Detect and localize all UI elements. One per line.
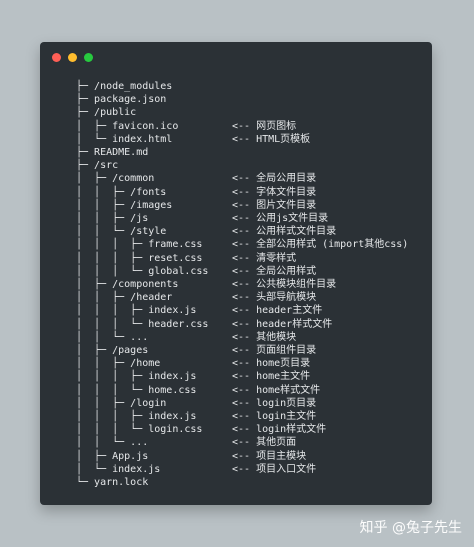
tree-line: │ │ │ ├─ index.js — [76, 411, 197, 422]
tree-comment: <-- login样式文件 — [232, 424, 327, 436]
tree-comment: <-- 项目主模块 — [232, 450, 307, 462]
tree-comment: <-- 公用js文件目录 — [232, 213, 329, 224]
tree-line: │ │ │ ├─ frame.css — [76, 239, 203, 251]
watermark: 知乎 @兔子先生 — [359, 520, 462, 536]
window-controls — [52, 53, 93, 62]
tree-line: │ │ │ └─ header.css — [76, 318, 209, 330]
tree-line: │ │ │ ├─ reset.css — [76, 252, 203, 264]
tree-line: │ │ └─ ... — [76, 331, 149, 343]
tree-comment: <-- 其他模块 — [232, 331, 297, 343]
tree-line: │ │ ├─ /header — [76, 292, 173, 304]
tree-line: │ ├─ /common — [76, 173, 155, 185]
tree-comment: <-- 图片文件目录 — [232, 199, 317, 211]
minimize-dot-icon[interactable] — [68, 53, 77, 62]
tree-line: │ │ │ └─ global.css — [76, 265, 209, 277]
tree-line: │ │ ├─ /images — [76, 199, 173, 211]
tree-line: │ │ │ └─ login.css — [76, 424, 203, 436]
tree-comment: <-- home样式文件 — [232, 384, 321, 396]
tree-line: └─ yarn.lock — [76, 477, 149, 488]
tree-comment: <-- 项目入口文件 — [232, 463, 317, 475]
tree-line: ├─ README.md — [76, 147, 149, 158]
tree-line: │ │ ├─ /login — [76, 397, 167, 409]
tree-comment: <-- 字体文件目录 — [232, 186, 317, 198]
tree-comment: <-- 全部公用样式 (import其他css) — [232, 239, 409, 251]
tree-comment: <-- 头部导航模块 — [232, 292, 317, 304]
tree-line: │ │ │ ├─ index.js — [76, 305, 197, 317]
tree-comment: <-- home主文件 — [232, 371, 311, 383]
tree-line: │ │ │ └─ home.css — [76, 384, 197, 396]
tree-line: ├─ /node_modules — [76, 81, 173, 92]
tree-line: │ └─ index.html — [76, 133, 173, 145]
tree-comment: <-- login页目录 — [232, 397, 317, 409]
tree-line: ├─ /public — [76, 107, 137, 119]
tree-line: │ ├─ /components — [76, 279, 179, 290]
tree-line: │ │ └─ ... — [76, 437, 149, 449]
tree-line: │ │ ├─ /fonts — [76, 186, 167, 198]
tree-comment: <-- home页目录 — [232, 358, 311, 370]
tree-line: │ ├─ App.js — [76, 450, 149, 462]
directory-tree: ├─ /node_modules ├─ package.json ├─ /publi… — [40, 80, 432, 505]
tree-comment: <-- 网页图标 — [232, 120, 297, 132]
tree-comment: <-- 公共模块组件目录 — [232, 279, 337, 290]
tree-comment: <-- HTML页模板 — [232, 133, 311, 145]
tree-comment: <-- 其他页面 — [232, 437, 297, 449]
tree-comment: <-- 清零样式 — [232, 252, 297, 264]
tree-line: ├─ package.json — [76, 94, 167, 106]
close-dot-icon[interactable] — [52, 53, 61, 62]
tree-comment: <-- 公用样式文件目录 — [232, 226, 337, 238]
tree-line: │ └─ index.js — [76, 463, 161, 475]
maximize-dot-icon[interactable] — [84, 53, 93, 62]
tree-line: │ │ │ ├─ index.js — [76, 371, 197, 383]
tree-line: │ │ ├─ /js — [76, 213, 149, 224]
tree-comment: <-- 全局公用样式 — [232, 265, 317, 277]
terminal-window: ├─ /node_modules ├─ package.json ├─ /publi… — [40, 42, 432, 505]
tree-line: ├─ /src — [76, 160, 119, 172]
tree-line: │ │ └─ /style — [76, 226, 167, 238]
tree-comment: <-- header样式文件 — [232, 318, 333, 330]
tree-comment: <-- 全局公用目录 — [232, 173, 317, 185]
tree-line: │ ├─ /pages — [76, 345, 149, 356]
tree-comment: <-- 页面组件目录 — [232, 345, 317, 356]
tree-line: │ ├─ favicon.ico — [76, 120, 179, 132]
tree-line: │ │ ├─ /home — [76, 358, 161, 370]
tree-comment: <-- header主文件 — [232, 305, 323, 317]
tree-comment: <-- login主文件 — [232, 411, 317, 422]
